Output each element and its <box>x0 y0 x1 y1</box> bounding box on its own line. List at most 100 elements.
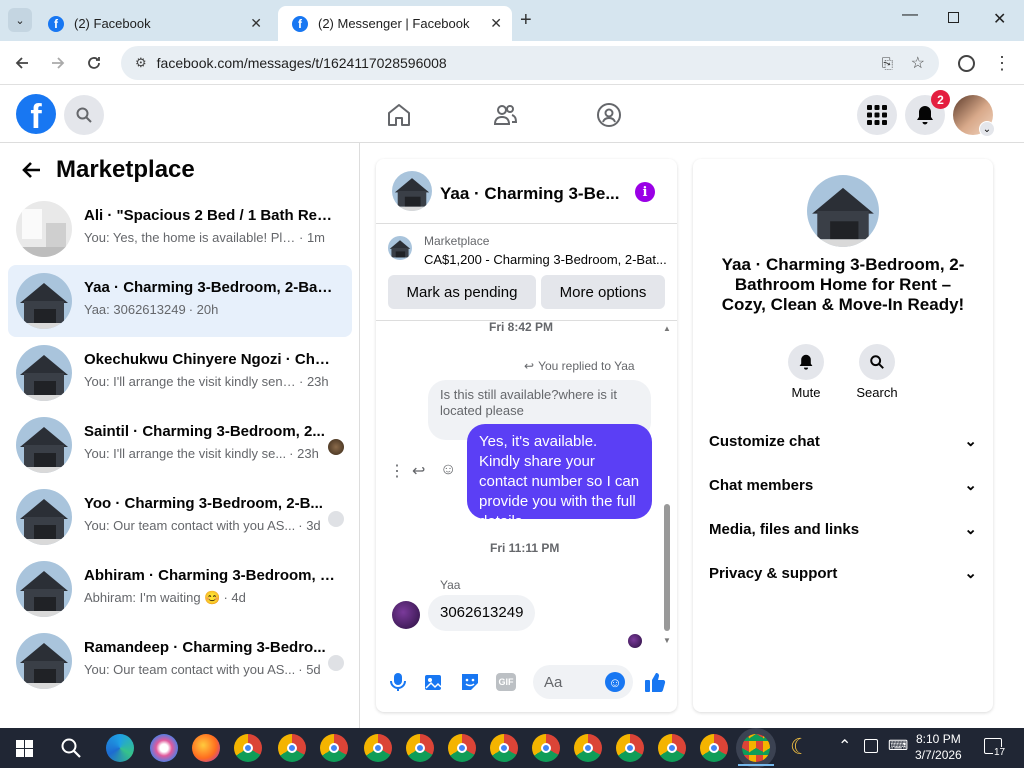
chat-avatar[interactable] <box>392 171 432 211</box>
scroll-up-arrow[interactable]: ▲ <box>663 324 671 333</box>
message-more-icon[interactable]: ⋮ <box>389 461 405 481</box>
nav-friends[interactable] <box>492 102 518 128</box>
conversation-item[interactable]: Okechukwu Chinyere Ngozi · Char... You: I… <box>8 337 352 409</box>
customize-chat-section[interactable]: Customize chat ⌄ <box>709 429 977 453</box>
back-button[interactable] <box>20 159 42 181</box>
chrome-profile-icon[interactable] <box>406 734 434 762</box>
chrome-profile-icon[interactable] <box>448 734 476 762</box>
reply-icon[interactable]: ↩ <box>412 461 425 481</box>
browser-tab-messenger[interactable]: f (2) Messenger | Facebook ✕ <box>278 6 512 41</box>
house-thumbnail-icon <box>16 273 72 329</box>
scroll-down-arrow[interactable]: ▼ <box>663 636 671 645</box>
facebook-header: f 2 ⌄ <box>0 86 1024 143</box>
url-text[interactable]: facebook.com/messages/t/1624117028596008 <box>157 55 447 71</box>
scroll-thumb[interactable] <box>664 504 670 631</box>
conversation-item[interactable]: Yaa · Charming 3-Bedroom, 2-Bath... Yaa: … <box>8 265 352 337</box>
chevron-down-icon: ⌄ <box>964 521 977 538</box>
scrollbar[interactable]: ▲ ▼ <box>662 324 672 647</box>
close-icon[interactable]: ✕ <box>490 15 502 32</box>
photo-icon[interactable] <box>424 672 444 692</box>
browser-menu-button[interactable]: ⋮ <box>990 51 1014 75</box>
chat-title[interactable]: Yaa · Charming 3-Be... <box>440 184 620 204</box>
search-button[interactable] <box>859 344 895 380</box>
media-files-links-section[interactable]: Media, files and links ⌄ <box>709 517 977 541</box>
chrome-center-dot <box>243 743 253 753</box>
mark-pending-button[interactable]: Mark as pending <box>388 275 536 309</box>
new-tab-button[interactable]: + <box>520 9 532 32</box>
paint-icon[interactable] <box>150 734 178 762</box>
reload-button[interactable] <box>82 51 106 75</box>
emoji-icon[interactable]: ☺ <box>605 672 625 692</box>
clock-time[interactable]: 8:10 PM <box>916 732 961 746</box>
window-close-button[interactable]: ✕ <box>993 9 1006 29</box>
forward-button[interactable] <box>46 51 70 75</box>
listing-text[interactable]: CA$1,200 - Charming 3-Bedroom, 2-Bat... <box>424 252 667 267</box>
conversation-item[interactable]: Ali · "Spacious 2 Bed / 1 Bath Rent... Yo… <box>8 193 352 265</box>
mute-button[interactable] <box>788 344 824 380</box>
conversation-name: Ramandeep · Charming 3-Bedro... <box>84 639 326 656</box>
facebook-logo[interactable]: f <box>16 94 56 134</box>
back-arrow-icon <box>22 162 40 178</box>
close-icon[interactable]: ✕ <box>250 15 262 32</box>
profile-button[interactable] <box>954 51 978 75</box>
browser-tab-facebook[interactable]: f (2) Facebook ✕ <box>34 6 272 41</box>
language-icon[interactable]: ⌨ <box>888 737 908 754</box>
thumbs-up-icon[interactable] <box>644 671 666 693</box>
bookmark-star-icon[interactable]: ☆ <box>911 53 925 73</box>
back-button[interactable] <box>10 51 34 75</box>
replied-label: ↩ You replied to Yaa <box>524 359 635 373</box>
chrome-profile-icon[interactable] <box>658 734 686 762</box>
house-thumbnail-icon <box>388 236 412 260</box>
chrome-profile-icon[interactable] <box>490 734 518 762</box>
site-settings-icon[interactable]: ⚙ <box>135 55 147 71</box>
chrome-profile-icon[interactable] <box>574 734 602 762</box>
listing-thumbnail[interactable] <box>388 236 412 260</box>
section-label: Chat members <box>709 476 814 494</box>
chrome-profile-icon[interactable] <box>532 734 560 762</box>
start-button[interactable] <box>16 740 33 757</box>
privacy-support-section[interactable]: Privacy & support ⌄ <box>709 561 977 585</box>
conversation-item[interactable]: Yoo · Charming 3-Bedroom, 2-B... You: Our… <box>8 481 352 553</box>
weather-moon-icon[interactable]: ☾ <box>790 734 810 760</box>
restore-button[interactable] <box>948 12 959 23</box>
grid-menu-icon <box>867 105 887 125</box>
firefox-icon[interactable] <box>192 734 220 762</box>
sender-avatar[interactable] <box>392 601 420 629</box>
chevron-down-icon[interactable]: ⌄ <box>979 121 995 137</box>
nav-groups[interactable] <box>596 102 622 128</box>
search-button[interactable] <box>64 95 104 135</box>
clock-date[interactable]: 3/7/2026 <box>915 748 962 762</box>
sticker-icon[interactable] <box>460 672 480 692</box>
show-hidden-icons[interactable]: ⌃ <box>838 736 851 756</box>
network-icon[interactable] <box>864 739 878 753</box>
taskbar-search-icon[interactable] <box>60 737 82 759</box>
conversation-preview: You: Yes, the home is available! Pleas..… <box>84 230 325 245</box>
windows-logo-icon <box>16 740 33 757</box>
chrome-profile-icon[interactable] <box>616 734 644 762</box>
url-box[interactable]: ⚙ facebook.com/messages/t/16241170285960… <box>121 46 939 80</box>
menu-button[interactable] <box>857 95 897 135</box>
conversation-item[interactable]: Saintil · Charming 3-Bedroom, 2... You: I… <box>8 409 352 481</box>
chrome-profile-icon[interactable] <box>364 734 392 762</box>
microphone-icon[interactable] <box>390 672 406 692</box>
more-options-button[interactable]: More options <box>541 275 665 309</box>
chat-members-section[interactable]: Chat members ⌄ <box>709 473 977 497</box>
chrome-profile-icon[interactable] <box>234 734 262 762</box>
minimize-button[interactable]: — <box>902 6 918 24</box>
conversation-item[interactable]: Abhiram · Charming 3-Bedroom, 2... Abhira… <box>8 553 352 625</box>
nav-home[interactable] <box>386 102 412 128</box>
chrome-profile-icon[interactable] <box>700 734 728 762</box>
chrome-profile-icon[interactable] <box>278 734 306 762</box>
conversation-item[interactable]: Ramandeep · Charming 3-Bedro... You: Our … <box>8 625 352 697</box>
edge-icon[interactable] <box>106 734 134 762</box>
chrome-profile-icon[interactable] <box>320 734 348 762</box>
info-button[interactable]: i <box>635 182 655 202</box>
install-app-icon[interactable]: ⎘ <box>882 55 893 72</box>
listing-avatar[interactable] <box>807 175 879 247</box>
chrome-active-icon[interactable] <box>742 734 770 762</box>
gif-icon[interactable]: GIF <box>496 673 516 691</box>
tab-search-button[interactable]: ⌄ <box>8 8 32 32</box>
react-smiley-icon[interactable]: ☺ <box>440 461 456 479</box>
profile-icon <box>957 54 975 72</box>
seen-avatar <box>328 511 344 527</box>
